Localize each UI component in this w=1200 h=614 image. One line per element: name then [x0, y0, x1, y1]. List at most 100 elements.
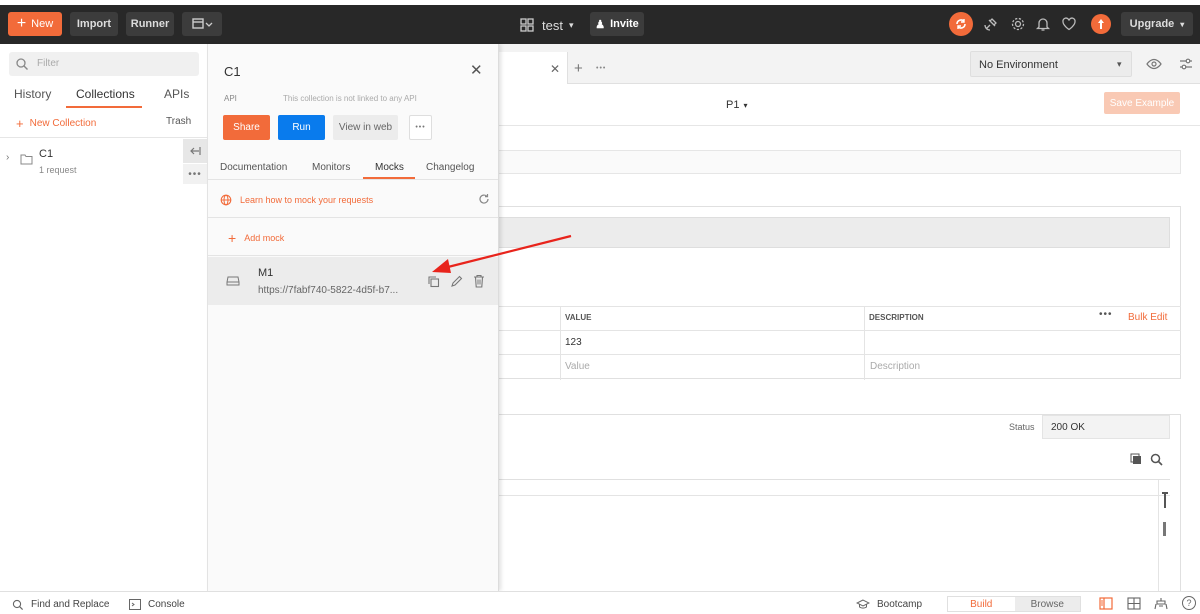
tab-collections[interactable]: Collections [76, 87, 135, 101]
tab-monitors[interactable]: Monitors [312, 162, 350, 173]
learn-mock-link[interactable]: Learn how to mock your requests [220, 193, 373, 207]
two-pane-view-icon[interactable] [1099, 597, 1113, 610]
column-header-description: DESCRIPTION [869, 313, 924, 322]
search-icon[interactable] [1150, 453, 1163, 466]
tab-changelog[interactable]: Changelog [426, 162, 474, 173]
trash-link[interactable]: Trash [166, 116, 191, 127]
run-button[interactable]: Run [278, 115, 325, 140]
heart-icon[interactable] [1061, 16, 1077, 32]
divider [208, 217, 498, 218]
bootcamp-button[interactable]: Bootcamp [856, 598, 922, 611]
add-mock-button[interactable]: + Add mock [228, 231, 284, 245]
more-options-icon[interactable]: ••• [1099, 309, 1113, 320]
response-body-editor[interactable] [498, 479, 1170, 593]
chevron-right-icon: › [6, 152, 10, 163]
collection-row[interactable]: › C1 1 request [0, 138, 182, 184]
ellipsis-icon: ••• [188, 168, 202, 180]
chevron-down-icon: ▾ [568, 19, 574, 30]
environment-select[interactable]: No Environment ▾ [970, 51, 1132, 77]
console-button[interactable]: Console [129, 598, 185, 611]
workspace-switcher[interactable]: test ▾ [520, 16, 574, 34]
close-icon[interactable]: ✕ [470, 61, 483, 79]
new-window-button[interactable] [182, 12, 222, 36]
column-header-value: VALUE [565, 313, 592, 322]
view-in-web-button[interactable]: View in web [333, 115, 398, 140]
save-example-button[interactable]: Save Example [1104, 92, 1180, 114]
layout-grid-icon[interactable] [1127, 597, 1141, 610]
plus-icon: + [228, 230, 237, 246]
divider [498, 125, 1200, 126]
ellipsis-icon[interactable]: ••• [596, 65, 606, 72]
import-button[interactable]: Import [70, 12, 118, 36]
bell-icon[interactable] [1035, 16, 1051, 32]
chevron-down-icon: ▾ [1117, 59, 1122, 69]
panel-title: C1 [224, 64, 241, 79]
search-icon [16, 58, 28, 70]
new-button[interactable]: + New [8, 12, 62, 36]
collapse-panel-button[interactable] [183, 139, 207, 163]
plus-icon: + [16, 15, 27, 32]
description-placeholder[interactable]: Description [870, 361, 920, 372]
new-collection-button[interactable]: + New Collection [16, 116, 96, 130]
manage-environments-button[interactable] [1174, 51, 1198, 77]
help-icon[interactable]: ? [1182, 596, 1196, 610]
sync-button[interactable] [949, 12, 973, 36]
tab-documentation[interactable]: Documentation [220, 162, 287, 173]
avatar[interactable] [1091, 14, 1111, 34]
sliders-icon [1180, 58, 1192, 70]
collection-more-button[interactable]: ••• [183, 164, 207, 184]
close-icon[interactable]: ✕ [550, 62, 560, 76]
status-field[interactable]: 200 OK [1042, 415, 1170, 439]
chevron-down-icon: ▾ [743, 100, 748, 110]
params-input[interactable] [498, 217, 1170, 248]
bulk-edit-link[interactable]: Bulk Edit [1128, 312, 1167, 323]
tab-active-underline [66, 106, 142, 108]
collection-name: C1 [39, 148, 54, 160]
red-arrow-annotation [432, 234, 572, 273]
response-box: Status 200 OK [498, 414, 1181, 593]
status-label: Status [1009, 422, 1035, 432]
build-browse-toggle: Build Browse [947, 596, 1081, 612]
new-tab-icon[interactable]: + [574, 60, 583, 77]
mock-url: https://7fabf740-5822-4d5f-b7... [258, 285, 399, 296]
search-icon [12, 599, 24, 610]
api-label: API [224, 94, 237, 103]
find-replace-button[interactable]: Find and Replace [12, 598, 109, 611]
plus-icon: + [16, 115, 24, 131]
params-table: VALUE DESCRIPTION ••• Bulk Edit 123 Valu… [498, 306, 1181, 380]
upgrade-button[interactable]: Upgrade ▾ [1121, 12, 1193, 36]
request-tab[interactable]: ✕ [498, 52, 568, 84]
collapse-icon [190, 147, 201, 155]
build-mode-button[interactable]: Build [948, 597, 1015, 611]
graduation-cap-icon [856, 599, 870, 609]
filter-box[interactable]: Filter [9, 52, 199, 76]
console-icon [129, 599, 141, 610]
url-field[interactable] [498, 150, 1181, 174]
row-value[interactable]: 123 [565, 337, 582, 348]
invite-button[interactable]: ♟ Invite [590, 12, 644, 36]
keyboard-shortcuts-icon[interactable] [1154, 597, 1168, 610]
params-box: VALUE DESCRIPTION ••• Bulk Edit 123 Valu… [498, 206, 1181, 380]
tab-strip: ✕ + ••• [498, 44, 960, 84]
environment-quick-look-button[interactable] [1142, 51, 1166, 77]
settings-icon[interactable] [1010, 16, 1026, 32]
copy-icon[interactable] [1130, 453, 1142, 465]
editor-scrollbar[interactable] [1158, 480, 1170, 593]
runner-button[interactable]: Runner [126, 12, 174, 36]
satellite-icon[interactable] [983, 16, 999, 32]
browse-mode-button[interactable]: Browse [1014, 597, 1080, 611]
tab-mocks[interactable]: Mocks [375, 162, 404, 173]
grid-icon [520, 18, 534, 32]
share-button[interactable]: Share [223, 115, 270, 140]
panel-more-button[interactable]: ••• [409, 115, 432, 140]
eye-icon [1146, 58, 1162, 70]
add-user-icon: ♟ [595, 18, 606, 31]
refresh-icon[interactable] [478, 193, 490, 205]
tab-apis[interactable]: APIs [164, 87, 189, 101]
server-icon [226, 276, 240, 286]
value-placeholder[interactable]: Value [565, 361, 590, 372]
divider [208, 179, 498, 180]
mock-name: M1 [258, 267, 274, 279]
example-name[interactable]: P1 ▾ [726, 98, 747, 112]
tab-history[interactable]: History [14, 87, 51, 101]
